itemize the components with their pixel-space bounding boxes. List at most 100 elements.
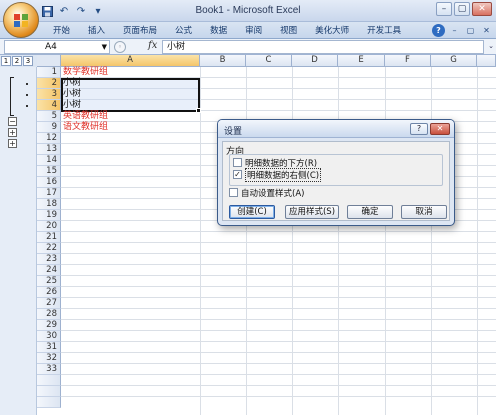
window-controls: – ▢ ✕ xyxy=(436,2,492,16)
row-header[interactable]: 20 xyxy=(37,221,61,232)
row-header[interactable]: 12 xyxy=(37,133,61,144)
tab-review[interactable]: 审阅 xyxy=(236,24,271,38)
close-button[interactable]: ✕ xyxy=(472,2,492,16)
row-header[interactable]: 16 xyxy=(37,177,61,188)
column-header-e[interactable]: E xyxy=(338,55,385,67)
cell-a3[interactable]: 小树 xyxy=(63,89,81,100)
checkbox-summary-below[interactable] xyxy=(233,158,242,167)
row-header[interactable]: 21 xyxy=(37,232,61,243)
row-header[interactable]: 28 xyxy=(37,309,61,320)
row-header[interactable]: 15 xyxy=(37,166,61,177)
cell-a2[interactable]: 小树 xyxy=(63,78,81,89)
row-header[interactable]: 23 xyxy=(37,254,61,265)
option-summary-below[interactable]: 明细数据的下方(R) xyxy=(233,157,317,169)
outline-level-3[interactable]: 3 xyxy=(23,56,33,66)
row-header[interactable] xyxy=(37,397,61,408)
row-header[interactable]: 27 xyxy=(37,298,61,309)
fill-handle[interactable] xyxy=(196,108,201,113)
tab-developer[interactable]: 开发工具 xyxy=(358,24,410,38)
row-header[interactable]: 3 xyxy=(37,89,61,100)
column-header-b[interactable]: B xyxy=(200,55,246,67)
name-box[interactable]: A4 ▼ xyxy=(4,40,110,54)
help-icon[interactable]: ? xyxy=(432,24,445,37)
tab-beautify[interactable]: 美化大师 xyxy=(306,24,358,38)
checkbox-auto-style[interactable] xyxy=(229,188,238,197)
grid-line xyxy=(61,286,496,287)
row-header[interactable]: 2 xyxy=(37,78,61,89)
row-header[interactable]: 25 xyxy=(37,276,61,287)
dialog-help-icon[interactable]: ? xyxy=(410,123,428,135)
worksheet-grid[interactable]: A B C D E F G 1 2 3 4 5 9 12 13 14 15 16… xyxy=(37,55,496,415)
tab-page-layout[interactable]: 页面布局 xyxy=(114,24,166,38)
row-header[interactable]: 9 xyxy=(37,122,61,133)
row-header[interactable]: 32 xyxy=(37,353,61,364)
option-summary-right[interactable]: ✓ 明细数据的右侧(C) xyxy=(233,167,322,182)
expand-group-button[interactable]: + xyxy=(8,128,17,137)
grid-line xyxy=(61,308,496,309)
expand-group-button[interactable]: + xyxy=(8,139,17,148)
row-header[interactable]: 19 xyxy=(37,210,61,221)
workbook-restore-button[interactable]: ▢ xyxy=(464,24,477,37)
column-header-h[interactable] xyxy=(477,55,496,67)
tab-data[interactable]: 数据 xyxy=(201,24,236,38)
workbook-minimize-button[interactable]: – xyxy=(448,24,461,37)
tab-formulas[interactable]: 公式 xyxy=(166,24,201,38)
office-button[interactable] xyxy=(3,2,39,38)
dialog-title-bar[interactable]: 设置 ? ✕ xyxy=(218,120,454,138)
column-header-g[interactable]: G xyxy=(431,55,477,67)
cell-a1[interactable]: 数学教研组 xyxy=(63,67,108,78)
row-header[interactable]: 1 xyxy=(37,67,61,78)
tab-insert[interactable]: 插入 xyxy=(79,24,114,38)
row-header[interactable]: 13 xyxy=(37,144,61,155)
dialog-close-icon[interactable]: ✕ xyxy=(430,123,450,135)
row-header[interactable]: 31 xyxy=(37,342,61,353)
create-button[interactable]: 创建(C) xyxy=(229,205,275,219)
row-header[interactable]: 29 xyxy=(37,320,61,331)
column-header-d[interactable]: D xyxy=(292,55,338,67)
cell-a9[interactable]: 语文教研组 xyxy=(63,122,108,133)
outline-level-2[interactable]: 2 xyxy=(12,56,22,66)
outline-level-1[interactable]: 1 xyxy=(1,56,11,66)
grid-line xyxy=(61,396,496,397)
ok-button[interactable]: 确定 xyxy=(347,205,393,219)
collapse-group-button[interactable]: − xyxy=(8,117,17,126)
workbook-close-button[interactable]: ✕ xyxy=(480,24,493,37)
row-header[interactable]: 33 xyxy=(37,364,61,375)
expand-formula-bar-icon[interactable]: ⌄ xyxy=(488,42,494,50)
apply-styles-button[interactable]: 应用样式(S) xyxy=(285,205,339,219)
column-header-a[interactable]: A xyxy=(61,55,200,67)
formula-input[interactable]: 小树 xyxy=(162,40,484,54)
row-header[interactable]: 22 xyxy=(37,243,61,254)
cell-a4[interactable]: 小树 xyxy=(63,100,81,111)
cell-a5[interactable]: 英语教研组 xyxy=(63,111,108,122)
row-header[interactable] xyxy=(37,386,61,397)
formula-cancel-icon[interactable]: ◦ xyxy=(114,41,126,53)
column-header-c[interactable]: C xyxy=(246,55,292,67)
row-header[interactable]: 5 xyxy=(37,111,61,122)
window-title: Book1 - Microsoft Excel xyxy=(195,5,301,16)
grid-line xyxy=(61,253,496,254)
row-header[interactable]: 4 xyxy=(37,100,61,111)
tab-view[interactable]: 视图 xyxy=(271,24,306,38)
row-header[interactable] xyxy=(37,375,61,386)
row-header[interactable]: 26 xyxy=(37,287,61,298)
column-header-f[interactable]: F xyxy=(385,55,431,67)
tab-home[interactable]: 开始 xyxy=(44,24,79,38)
grid-line xyxy=(61,275,496,276)
row-header[interactable]: 30 xyxy=(37,331,61,342)
minimize-button[interactable]: – xyxy=(436,2,452,16)
grid-line xyxy=(61,341,496,342)
cancel-button[interactable]: 取消 xyxy=(401,205,447,219)
chevron-down-icon[interactable]: ▼ xyxy=(102,41,107,53)
checkbox-summary-right[interactable]: ✓ xyxy=(233,170,242,179)
outline-dot xyxy=(26,83,28,85)
grid-line xyxy=(61,242,496,243)
restore-button[interactable]: ▢ xyxy=(454,2,470,16)
row-header[interactable]: 18 xyxy=(37,199,61,210)
row-header[interactable]: 24 xyxy=(37,265,61,276)
row-header[interactable]: 14 xyxy=(37,155,61,166)
row-header[interactable]: 17 xyxy=(37,188,61,199)
insert-function-icon[interactable]: fx xyxy=(148,40,157,51)
select-all-corner[interactable] xyxy=(37,55,61,67)
option-auto-style[interactable]: 自动设置样式(A) xyxy=(229,187,304,199)
